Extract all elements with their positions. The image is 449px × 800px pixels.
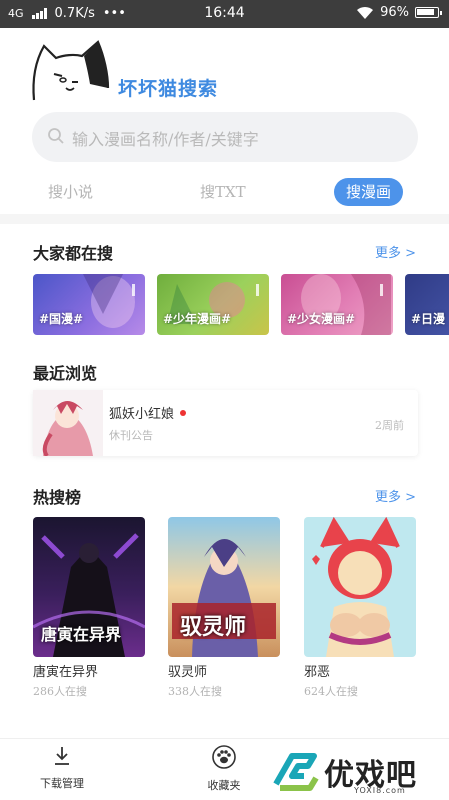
tab-txt[interactable]: 搜TXT — [200, 178, 246, 206]
brand-title: 坏坏猫搜索 — [118, 78, 219, 100]
popular-tags: #国漫# #少年漫画# #少女漫画# #日漫 — [33, 274, 449, 336]
search-input[interactable]: 输入漫画名称/作者/关键字 — [32, 112, 418, 162]
tag-marker — [380, 284, 383, 296]
nav-favorites[interactable]: 收藏夹 — [184, 745, 264, 793]
recent-section-title: 最近浏览 — [33, 364, 98, 383]
hot-section-title: 热搜榜 — [33, 488, 82, 507]
wifi-icon — [357, 6, 374, 19]
update-dot-icon — [180, 410, 187, 416]
hot-comic-cover — [304, 517, 416, 657]
section-divider — [0, 214, 449, 224]
tag-label: #日漫 — [411, 312, 446, 326]
hot-comic-title: 邪恶 — [304, 665, 331, 680]
tag-label: #少女漫画# — [287, 312, 356, 326]
hot-comic-card[interactable]: 驭灵师 驭灵师 338人在搜 — [168, 517, 280, 699]
battery-icon — [415, 7, 442, 18]
hot-comic-card[interactable]: 邪恶 624人在搜 — [304, 517, 416, 699]
tag-card-guoman[interactable]: #国漫# — [33, 274, 145, 335]
recent-comic-name-row: 狐妖小红娘 — [109, 403, 187, 422]
hot-comic-count: 286人在搜 — [33, 685, 87, 698]
tag-card-riman[interactable]: #日漫 — [405, 274, 449, 335]
tag-card-shoujo[interactable]: #少女漫画# — [281, 274, 393, 335]
battery-level: 96% — [380, 5, 409, 20]
hot-comic-cover-title: 驭灵师 — [180, 614, 247, 640]
watermark-logo-icon — [273, 753, 319, 791]
hot-comic-card[interactable]: 唐寅在异界 唐寅在异界 286人在搜 — [33, 517, 145, 699]
hot-comic-cover: 驭灵师 — [168, 517, 280, 657]
recent-comic-status: 休刊公告 — [109, 429, 153, 442]
recent-item[interactable]: 狐妖小红娘 休刊公告 2周前 — [33, 390, 418, 456]
status-bar: 4G 0.7K/s ••• 16:44 96% — [0, 0, 449, 28]
hot-comic-title: 唐寅在异界 — [33, 665, 99, 680]
tag-marker — [132, 284, 135, 296]
tab-novel[interactable]: 搜小说 — [48, 178, 93, 206]
watermark-url: YOXI8.com — [354, 786, 406, 795]
search-type-tabs: 搜小说 搜TXT 搜漫画 — [0, 178, 449, 208]
recent-comic-time: 2周前 — [375, 419, 404, 432]
watermark: 优戏吧 YOXI8.com — [268, 746, 443, 798]
download-icon — [55, 747, 69, 765]
tab-comic[interactable]: 搜漫画 — [334, 178, 404, 206]
hot-comic-cover-title: 唐寅在异界 — [41, 625, 122, 644]
paw-icon — [212, 745, 236, 769]
search-placeholder: 输入漫画名称/作者/关键字 — [72, 130, 259, 149]
hot-comic-title: 驭灵师 — [168, 665, 208, 680]
popular-more-link[interactable]: 更多 > — [375, 242, 416, 261]
tag-label: #国漫# — [39, 312, 84, 326]
recent-thumbnail — [33, 390, 103, 456]
nav-download-manager[interactable]: 下载管理 — [22, 745, 102, 791]
hot-more-link[interactable]: 更多 > — [375, 486, 416, 505]
tag-label: #少年漫画# — [163, 312, 232, 326]
cat-mascot-icon — [32, 40, 110, 101]
app-logo: 坏坏猫搜索 — [30, 40, 230, 105]
popular-section-title: 大家都在搜 — [33, 244, 114, 263]
search-icon — [48, 128, 64, 144]
nav-download-label: 下载管理 — [40, 777, 84, 790]
tag-marker — [256, 284, 259, 296]
hot-comic-count: 624人在搜 — [304, 685, 358, 698]
nav-favorites-label: 收藏夹 — [207, 779, 241, 792]
hot-comic-count: 338人在搜 — [168, 685, 222, 698]
recent-comic-name: 狐妖小红娘 — [109, 407, 175, 422]
hot-comic-cover: 唐寅在异界 — [33, 517, 145, 657]
tag-card-shonen[interactable]: #少年漫画# — [157, 274, 269, 335]
